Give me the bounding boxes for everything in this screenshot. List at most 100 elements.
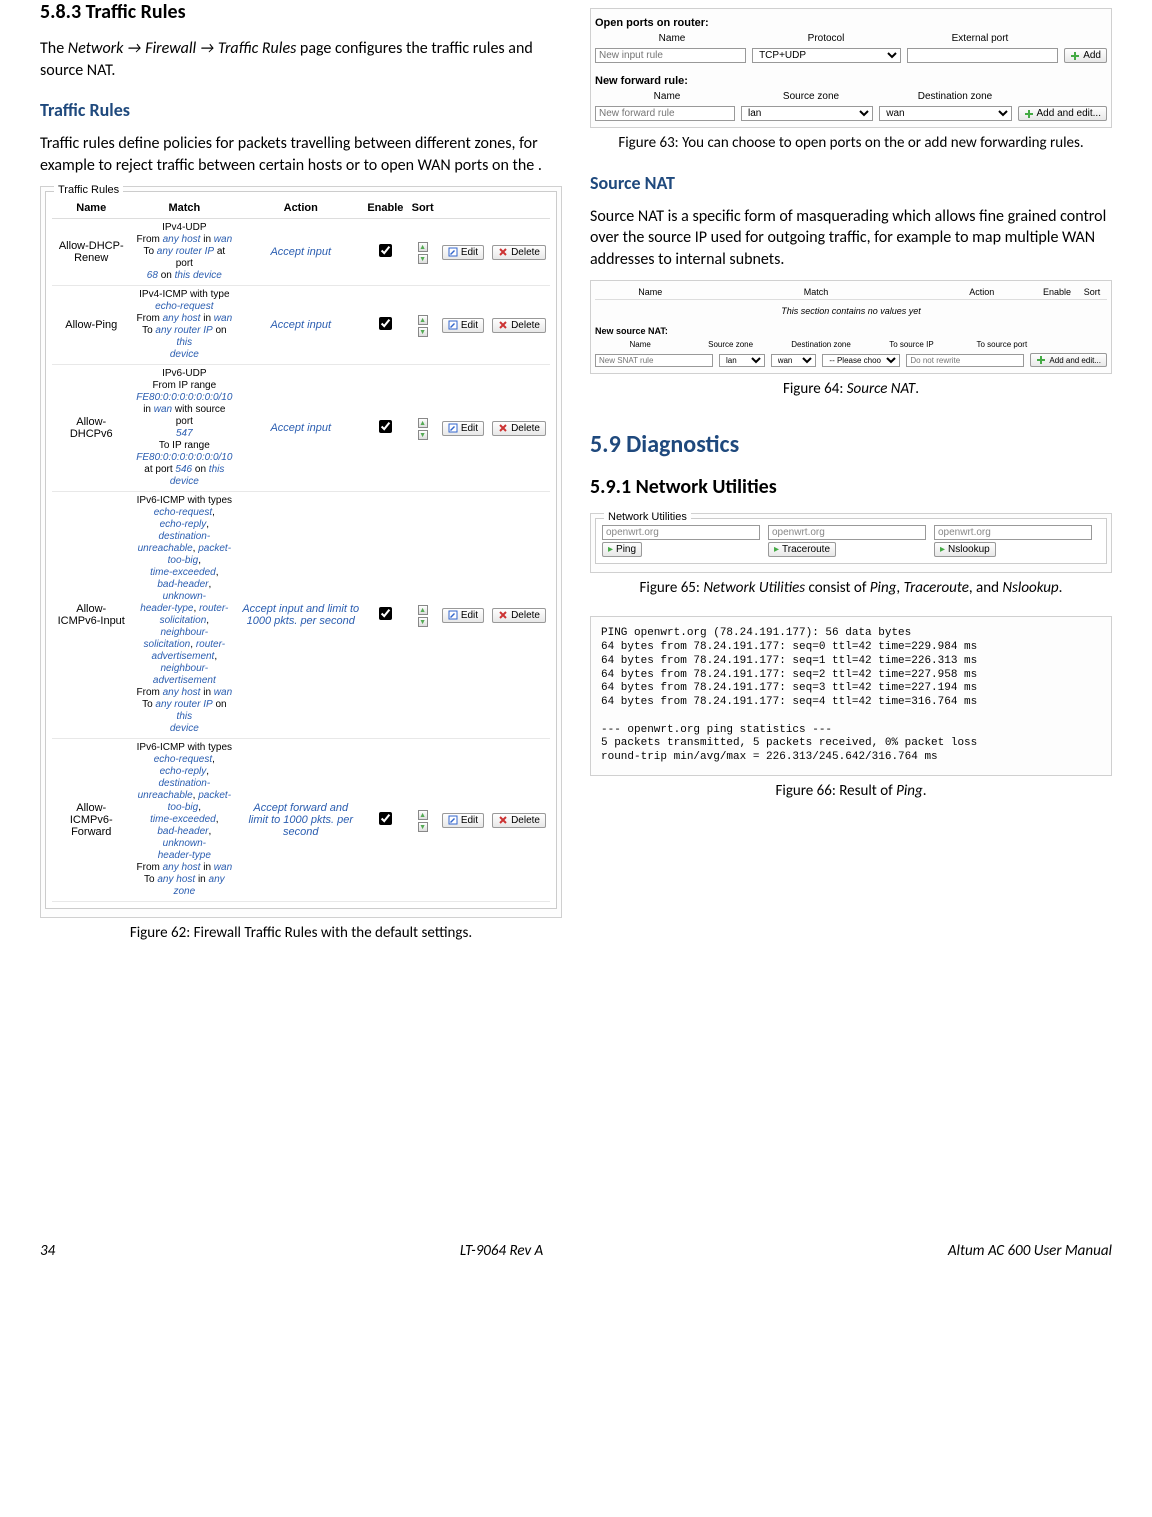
forward-name-input[interactable] <box>595 106 735 121</box>
delete-icon <box>498 320 508 330</box>
delete-icon <box>498 610 508 620</box>
enable-cell <box>363 492 407 739</box>
sort-down-icon[interactable] <box>418 430 428 440</box>
enable-cell <box>363 219 407 286</box>
nslookup-host-input[interactable] <box>934 525 1092 540</box>
delete-button[interactable]: Delete <box>492 318 546 333</box>
enable-cell <box>363 739 407 902</box>
table-row: Allow-ICMPv6-InputIPv6-ICMP with typesec… <box>52 492 550 739</box>
enable-checkbox[interactable] <box>379 420 392 433</box>
rule-match: IPv4-ICMP with typeecho-requestFrom any … <box>130 286 238 365</box>
enable-checkbox[interactable] <box>379 607 392 620</box>
edit-button[interactable]: Edit <box>442 245 484 260</box>
add-button[interactable]: Add <box>1064 48 1107 63</box>
snat-name-input[interactable] <box>595 354 713 367</box>
ping-host-input[interactable] <box>602 525 760 540</box>
doc-title: Altum AC 600 User Manual <box>948 1242 1112 1260</box>
figure-62-caption: Figure 62: Firewall Traffic Rules with t… <box>40 924 562 944</box>
page-number: 34 <box>40 1242 55 1260</box>
edit-button[interactable]: Edit <box>442 421 484 436</box>
arrow-icon: ▸ <box>608 544 613 555</box>
snat-tosip-select[interactable]: -- Please choo <box>822 354 900 367</box>
page-footer: 34 LT-9064 Rev A Altum AC 600 User Manua… <box>40 1242 1112 1260</box>
traceroute-host-input[interactable] <box>768 525 926 540</box>
snat-tosport-input[interactable] <box>906 354 1024 367</box>
figure-62: Traffic Rules Name Match Action Enable S… <box>40 186 562 918</box>
plus-icon <box>1036 355 1046 365</box>
edit-icon <box>448 247 458 257</box>
new-snat-label: New source NAT: <box>595 326 1107 336</box>
rule-match: IPv6-ICMP with typesecho-request,echo-re… <box>130 739 238 902</box>
add-and-edit-button[interactable]: Add and edit... <box>1018 106 1108 121</box>
subheading-source-nat: Source NAT <box>590 172 1112 194</box>
open-port-name-input[interactable] <box>595 48 746 63</box>
delete-button[interactable]: Delete <box>492 813 546 828</box>
edit-button[interactable]: Edit <box>442 608 484 623</box>
nslookup-button[interactable]: ▸Nslookup <box>934 542 996 557</box>
figure-65: Network Utilities ▸Ping ▸Traceroute ▸Nsl… <box>590 513 1112 573</box>
traffic-rules-para: Traffic rules define policies for packet… <box>40 133 562 176</box>
snat-src-select[interactable]: lan <box>719 354 765 367</box>
sort-up-icon[interactable] <box>418 810 428 820</box>
ping-button[interactable]: ▸Ping <box>602 542 642 557</box>
heading-network-utilities: 5.9.1 Network Utilities <box>590 475 1112 499</box>
delete-button[interactable]: Delete <box>492 245 546 260</box>
breadcrumb-path: Network → Firewall → Traffic Rules <box>68 39 297 58</box>
arrow-icon: ▸ <box>940 544 945 555</box>
rule-name: Allow-DHCP-Renew <box>52 219 130 286</box>
edit-button[interactable]: Edit <box>442 318 484 333</box>
sort-cell <box>407 219 437 286</box>
figure-66: PING openwrt.org (78.24.191.177): 56 dat… <box>590 616 1112 776</box>
enable-checkbox[interactable] <box>379 812 392 825</box>
sort-down-icon[interactable] <box>418 822 428 832</box>
delete-button[interactable]: Delete <box>492 608 546 623</box>
sort-down-icon[interactable] <box>418 327 428 337</box>
sort-cell <box>407 286 437 365</box>
rule-name: Allow-Ping <box>52 286 130 365</box>
delete-icon <box>498 247 508 257</box>
rule-match: IPv6-UDPFrom IP rangeFE80:0:0:0:0:0:0:0/… <box>130 365 238 492</box>
rule-match: IPv4-UDPFrom any host in wanTo any route… <box>130 219 238 286</box>
rule-match: IPv6-ICMP with typesecho-request,echo-re… <box>130 492 238 739</box>
arrow-icon: ▸ <box>774 544 779 555</box>
sort-up-icon[interactable] <box>418 315 428 325</box>
protocol-select[interactable]: TCP+UDP <box>752 48 901 63</box>
edit-button[interactable]: Edit <box>442 813 484 828</box>
rule-action: Accept input <box>238 286 363 365</box>
rule-action: Accept input <box>238 365 363 492</box>
rule-action: Accept input and limit to 1000 pkts. per… <box>238 492 363 739</box>
edit-icon <box>448 815 458 825</box>
sort-up-icon[interactable] <box>418 605 428 615</box>
sort-up-icon[interactable] <box>418 418 428 428</box>
subheading-traffic-rules: Traffic Rules <box>40 99 562 121</box>
traceroute-button[interactable]: ▸Traceroute <box>768 542 836 557</box>
snat-dst-select[interactable]: wan <box>771 354 817 367</box>
enable-cell <box>363 286 407 365</box>
snat-add-edit-button[interactable]: Add and edit... <box>1030 353 1107 367</box>
sort-down-icon[interactable] <box>418 617 428 627</box>
delete-icon <box>498 423 508 433</box>
table-row: Allow-DHCP-RenewIPv4-UDPFrom any host in… <box>52 219 550 286</box>
doc-rev: LT-9064 Rev A <box>460 1242 543 1260</box>
enable-checkbox[interactable] <box>379 317 392 330</box>
external-port-input[interactable] <box>907 48 1058 63</box>
sort-up-icon[interactable] <box>418 242 428 252</box>
source-nat-para: Source NAT is a specific form of masquer… <box>590 206 1112 271</box>
figure-64-caption: Figure 64: Source NAT. <box>590 380 1112 400</box>
source-zone-select[interactable]: lan <box>741 106 873 121</box>
dest-zone-select[interactable]: wan <box>879 106 1011 121</box>
intro-para: The Network → Firewall → Traffic Rules p… <box>40 38 562 81</box>
figure-66-caption: Figure 66: Result of Ping. <box>590 782 1112 802</box>
table-header-row: Name Match Action Enable Sort <box>52 198 550 219</box>
enable-checkbox[interactable] <box>379 244 392 257</box>
section-title: Traffic Rules <box>86 0 186 24</box>
rule-action: Accept input <box>238 219 363 286</box>
sort-cell <box>407 365 437 492</box>
figure-65-caption: Figure 65: Network Utilities consist of … <box>590 579 1112 599</box>
rule-action: Accept forward and limit to 1000 pkts. p… <box>238 739 363 902</box>
sort-down-icon[interactable] <box>418 254 428 264</box>
delete-button[interactable]: Delete <box>492 421 546 436</box>
rule-name: Allow-ICMPv6-Forward <box>52 739 130 902</box>
sort-cell <box>407 492 437 739</box>
edit-icon <box>448 610 458 620</box>
